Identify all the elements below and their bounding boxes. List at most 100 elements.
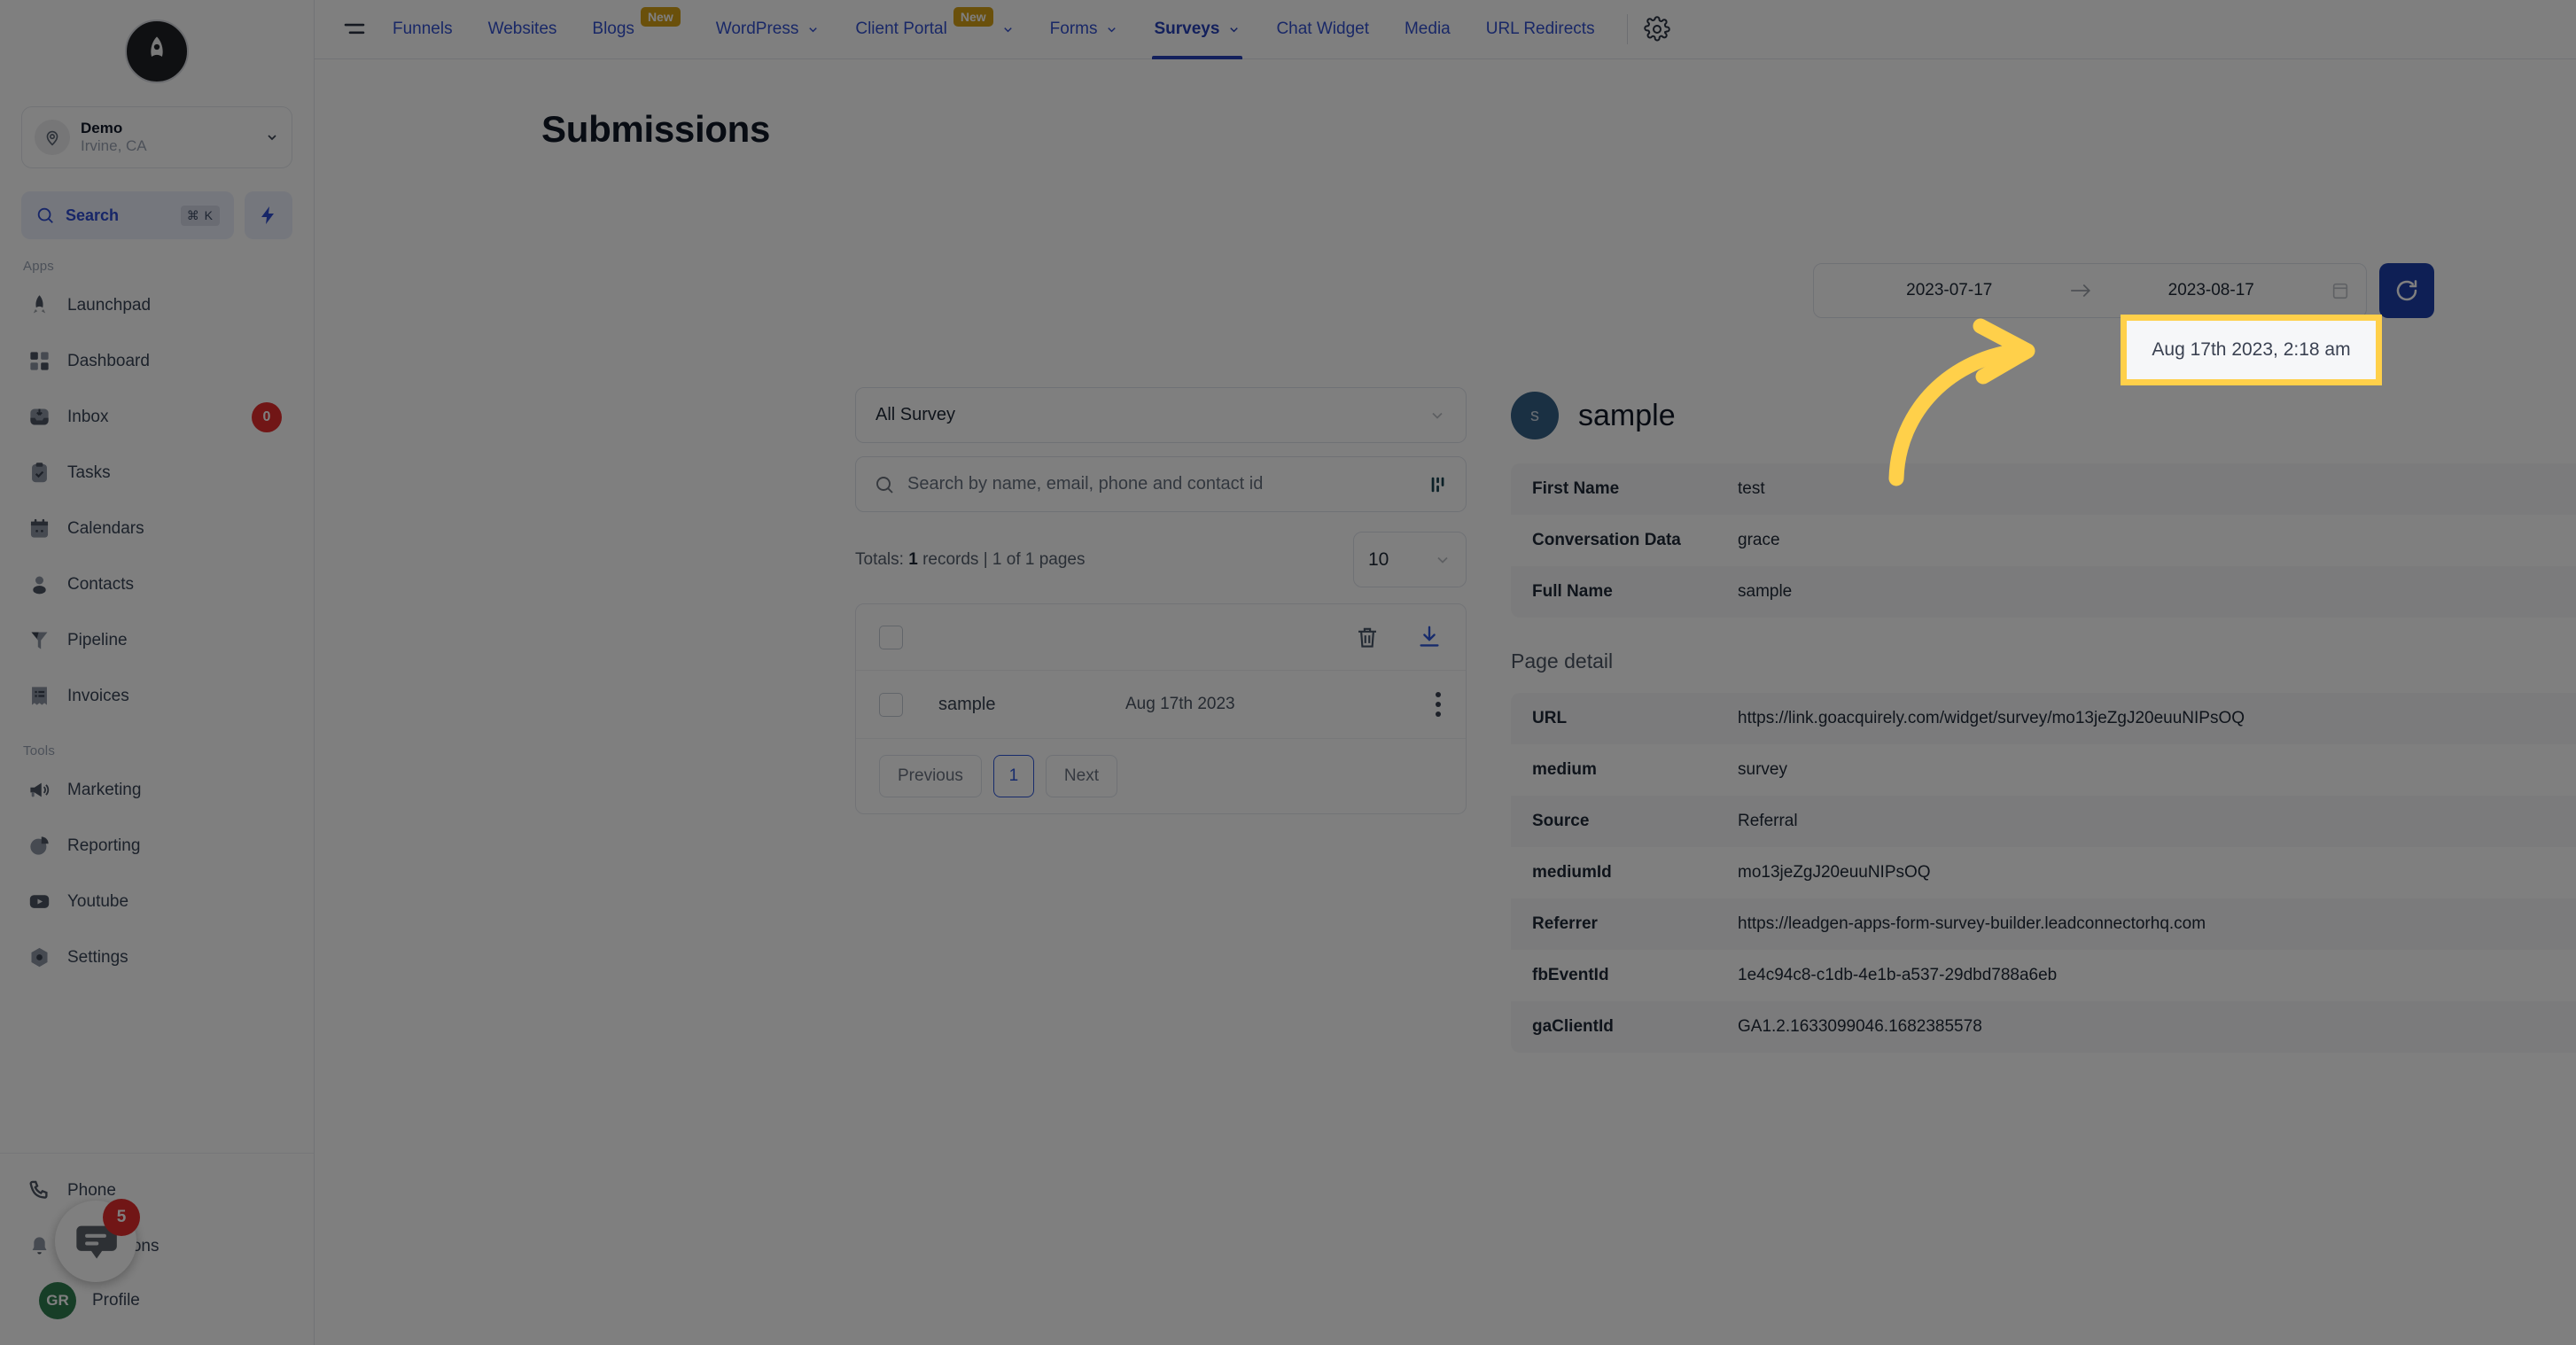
sidebar-group-label-tools: Tools <box>23 743 56 758</box>
inbox-icon <box>27 405 51 430</box>
calendar-icon <box>27 517 51 541</box>
table-row: gaClientId GA1.2.1633099046.1682385578 <box>1511 1001 2576 1053</box>
search-input[interactable]: Search ⌘ K <box>21 191 234 239</box>
field-value: Referral <box>1738 812 1798 830</box>
table-row: medium survey <box>1511 744 2576 796</box>
chat-widget-button[interactable]: 5 <box>55 1199 140 1282</box>
table-row: Conversation Data grace <box>1511 515 2576 566</box>
avatar: s <box>1511 392 1559 439</box>
sidebar-item-label: Dashboard <box>67 351 150 370</box>
previous-button[interactable]: Previous <box>879 755 982 797</box>
tab-label: URL Redirects <box>1485 19 1595 38</box>
submission-fields-table: First Name test Conversation Data grace … <box>1511 463 2576 618</box>
sidebar-item-tasks[interactable]: Tasks <box>12 445 301 501</box>
table-row: Full Name sample <box>1511 566 2576 618</box>
sidebar-bottom: Phone Notifications GR Profile <box>0 1153 314 1345</box>
sidebar-item-inbox[interactable]: Inbox 0 <box>12 389 301 445</box>
tab-chat-widget[interactable]: Chat Widget <box>1258 0 1387 59</box>
search-icon <box>876 476 893 494</box>
totals-prefix: Totals: <box>855 549 904 569</box>
date-range-toolbar: 2023-07-17 2023-08-17 <box>1813 263 2434 318</box>
tab-media[interactable]: Media <box>1387 0 1468 59</box>
page-number-1[interactable]: 1 <box>992 755 1034 797</box>
refresh-icon <box>2396 280 2417 301</box>
select-all-checkbox[interactable] <box>879 625 903 649</box>
table-row: Referrer https://leadgen-apps-form-surve… <box>1511 898 2576 950</box>
tab-label: Media <box>1404 19 1451 38</box>
submissions-search-input[interactable]: Search by name, email, phone and contact… <box>855 456 1467 512</box>
bell-icon <box>27 1234 51 1259</box>
brand-logo[interactable] <box>0 0 314 96</box>
table-row[interactable]: sample Aug 17th 2023 <box>856 670 1466 739</box>
tab-forms[interactable]: Forms <box>1032 0 1137 59</box>
sidebar-item-launchpad[interactable]: Launchpad <box>12 277 301 333</box>
main-content: Submissions 2023-07-17 2023-08-17 All Su… <box>315 59 2576 1345</box>
page-detail-table: URL https://link.goacquirely.com/widget/… <box>1511 693 2576 1053</box>
table-header <box>856 604 1466 670</box>
page-title: Submissions <box>541 108 771 150</box>
per-page-select[interactable]: 10 <box>1353 532 1467 587</box>
trash-icon[interactable] <box>1354 624 1381 650</box>
tab-label: Websites <box>487 19 557 38</box>
quick-action-button[interactable] <box>245 191 292 239</box>
search-placeholder: Search by name, email, phone and contact… <box>907 474 1264 494</box>
field-key: medium <box>1532 760 1597 779</box>
tab-websites[interactable]: Websites <box>471 0 575 59</box>
app-root: Demo Irvine, CA Search ⌘ K Apps Launchpa… <box>0 0 2576 1345</box>
sidebar-group-label-apps: Apps <box>23 259 54 274</box>
tab-funnels[interactable]: Funnels <box>375 0 471 59</box>
sidebar-item-reporting[interactable]: Reporting <box>12 818 301 874</box>
page-detail-title: Page detail <box>1511 649 1614 672</box>
date-range-picker[interactable]: 2023-07-17 2023-08-17 <box>1813 263 2367 318</box>
filter-bars-icon[interactable] <box>1428 475 1448 494</box>
tab-wordpress[interactable]: WordPress <box>698 0 838 59</box>
clipboard-check-icon <box>27 461 51 486</box>
survey-select-value: All Survey <box>876 405 956 424</box>
tab-label: Blogs <box>592 19 634 38</box>
pie-chart-icon <box>27 834 51 859</box>
sidebar-item-marketing[interactable]: Marketing <box>12 762 301 818</box>
sidebar-item-label: Inbox <box>67 407 109 426</box>
totals-text: Totals: 1 records | 1 of 1 pages <box>855 550 1086 570</box>
sidebar-search-row: Search ⌘ K <box>21 191 292 239</box>
field-value: grace <box>1738 531 1780 549</box>
table-row: URL https://link.goacquirely.com/widget/… <box>1511 693 2576 744</box>
chevron-down-icon <box>1432 412 1443 419</box>
date-end[interactable]: 2023-08-17 <box>2092 281 2331 300</box>
submissions-table: sample Aug 17th 2023 Previous 1 Next <box>855 603 1467 814</box>
row-checkbox[interactable] <box>879 692 903 717</box>
sidebar-item-youtube[interactable]: Youtube <box>12 874 301 929</box>
tab-blogs[interactable]: Blogs New <box>574 0 697 59</box>
gear-icon[interactable] <box>1637 9 1677 50</box>
tab-url-redirects[interactable]: URL Redirects <box>1468 0 1613 59</box>
location-sub: Irvine, CA <box>81 137 147 154</box>
sidebar-item-profile[interactable]: GR Profile <box>12 1274 301 1327</box>
sidebar-item-calendars[interactable]: Calendars <box>12 501 301 556</box>
calendar-icon[interactable] <box>2331 281 2350 300</box>
table-row: First Name test <box>1511 463 2576 515</box>
hamburger-menu-icon[interactable] <box>334 9 375 50</box>
sidebar-item-contacts[interactable]: Contacts <box>12 556 301 612</box>
date-start[interactable]: 2023-07-17 <box>1830 281 2069 300</box>
next-button[interactable]: Next <box>1045 755 1117 797</box>
tab-surveys[interactable]: Surveys <box>1136 0 1258 59</box>
survey-select[interactable]: All Survey <box>855 387 1467 443</box>
download-icon[interactable] <box>1416 624 1443 650</box>
sidebar-item-pipeline[interactable]: Pipeline <box>12 612 301 668</box>
megaphone-icon <box>27 778 51 803</box>
new-badge: New <box>953 7 993 27</box>
sidebar-item-phone[interactable]: Phone <box>12 1162 301 1218</box>
tab-label: WordPress <box>715 19 799 38</box>
sidebar-item-dashboard[interactable]: Dashboard <box>12 333 301 389</box>
sidebar: Demo Irvine, CA Search ⌘ K Apps Launchpa… <box>0 0 315 1345</box>
invoice-icon <box>27 684 51 709</box>
kebab-menu-icon[interactable] <box>1434 692 1443 717</box>
location-switcher[interactable]: Demo Irvine, CA <box>21 106 292 168</box>
funnel-icon <box>27 628 51 653</box>
sidebar-item-invoices[interactable]: Invoices <box>12 668 301 724</box>
sidebar-nav-apps: Launchpad Dashboard Inbox 0 Tasks Calend… <box>0 277 314 724</box>
tab-client-portal[interactable]: Client Portal New <box>837 0 1031 59</box>
sidebar-item-settings[interactable]: Settings <box>12 929 301 985</box>
refresh-button[interactable] <box>2379 263 2434 318</box>
sidebar-item-label: Contacts <box>67 574 134 594</box>
